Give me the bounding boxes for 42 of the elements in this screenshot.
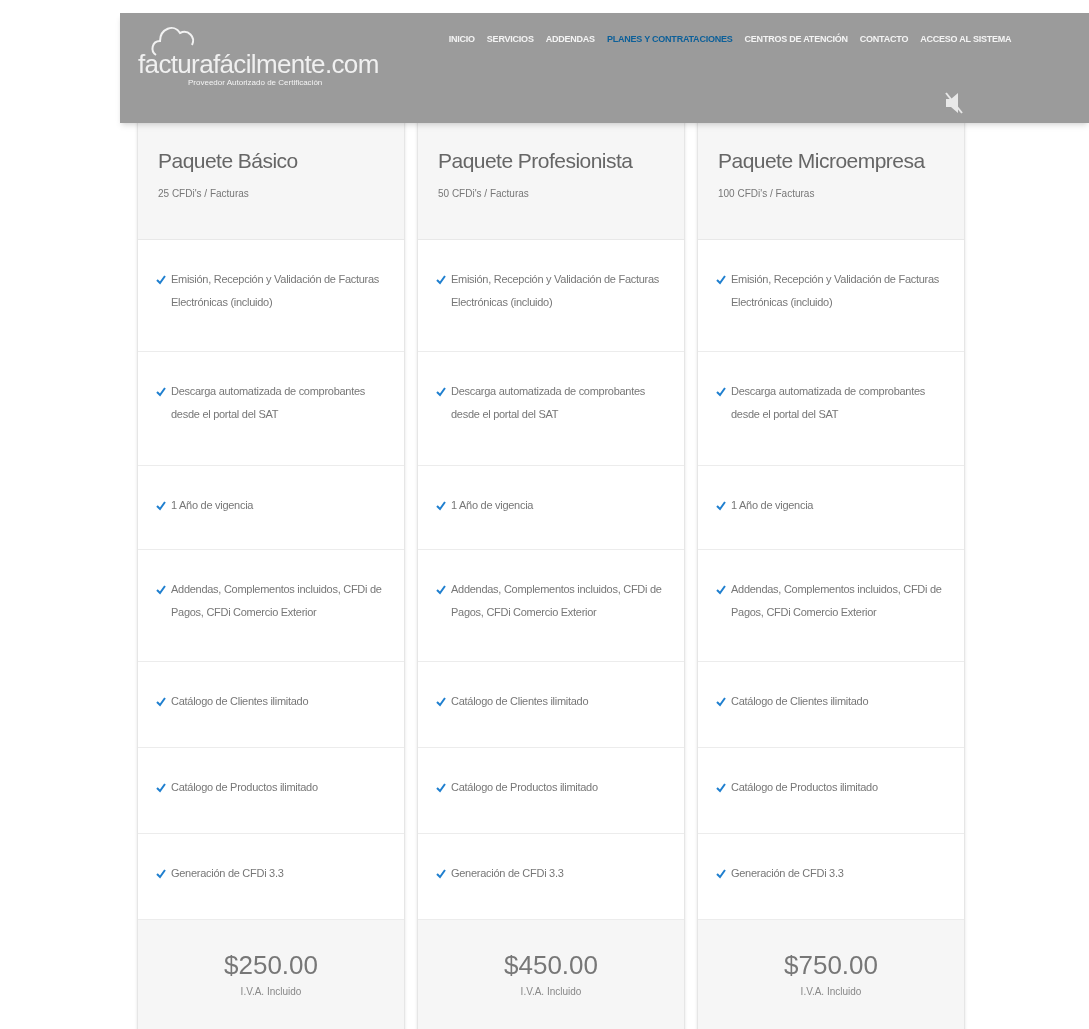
plan-title: Paquete Básico: [158, 148, 298, 174]
nav-link[interactable]: SERVICIOS: [486, 33, 534, 47]
nav-link[interactable]: ADDENDAS: [545, 33, 595, 47]
price-note: I.V.A. Incluido: [240, 985, 302, 999]
nav-link[interactable]: INICIO: [448, 33, 475, 47]
feature-text: 1 Año de vigencia: [171, 498, 254, 513]
logo-text[interactable]: facturafácilmente.com: [138, 51, 379, 77]
price-text: $250.00: [224, 950, 318, 980]
logo-tagline: Proveedor Autorizado de Certificación: [188, 77, 324, 89]
feature-text: Catálogo de Productos ilimitado: [171, 780, 318, 795]
nav-link[interactable]: CONTACTO: [859, 33, 909, 47]
feature-text: 1 Año de vigencia: [731, 498, 814, 513]
feature-text: Catálogo de Clientes ilimitado: [451, 694, 589, 709]
feature-text: Descarga automatizada de comprobantes desde el portal del SAT: [451, 384, 647, 422]
plan-subtitle: 50 CFDi's / Facturas: [438, 187, 529, 201]
feature-text: Addendas, Complementos incluidos, CFDi de Pagos, CFDi Comercio Exterior: [171, 582, 383, 620]
feature-text: Descarga automatizada de comprobantes desde el portal del SAT: [731, 384, 927, 422]
plan-title: Paquete Microempresa: [718, 148, 925, 174]
price-text: $750.00: [784, 950, 878, 980]
feature-text: Catálogo de Clientes ilimitado: [731, 694, 869, 709]
feature-text: Descarga automatizada de comprobantes desde el portal del SAT: [171, 384, 367, 422]
price-note: I.V.A. Incluido: [520, 985, 582, 999]
feature-text: Catálogo de Clientes ilimitado: [171, 694, 309, 709]
plan-title: Paquete Profesionista: [438, 148, 633, 174]
feature-text: Emisión, Recepción y Validación de Facturas Electrónicas (incluido): [731, 272, 941, 310]
feature-text: Catálogo de Productos ilimitado: [451, 780, 598, 795]
feature-text: Generación de CFDi 3.3: [171, 866, 284, 881]
nav-link[interactable]: ACCESO AL SISTEMA: [920, 33, 1012, 47]
nav-link[interactable]: PLANES Y CONTRATACIONES: [606, 33, 733, 47]
feature-text: Generación de CFDi 3.3: [451, 866, 564, 881]
plan-subtitle: 100 CFDi's / Facturas: [718, 187, 815, 201]
feature-text: Addendas, Complementos incluidos, CFDi de Pagos, CFDi Comercio Exterior: [451, 582, 663, 620]
price-text: $450.00: [504, 950, 598, 980]
feature-text: Catálogo de Productos ilimitado: [731, 780, 878, 795]
feature-text: Emisión, Recepción y Validación de Facturas Electrónicas (incluido): [171, 272, 381, 310]
feature-text: Emisión, Recepción y Validación de Facturas Electrónicas (incluido): [451, 272, 661, 310]
price-note: I.V.A. Incluido: [800, 985, 862, 999]
feature-text: Generación de CFDi 3.3: [731, 866, 844, 881]
feature-text: 1 Año de vigencia: [451, 498, 534, 513]
plan-subtitle: 25 CFDi's / Facturas: [158, 187, 249, 201]
nav-link[interactable]: CENTROS DE ATENCIÓN: [744, 33, 848, 47]
feature-text: Addendas, Complementos incluidos, CFDi de Pagos, CFDi Comercio Exterior: [731, 582, 943, 620]
